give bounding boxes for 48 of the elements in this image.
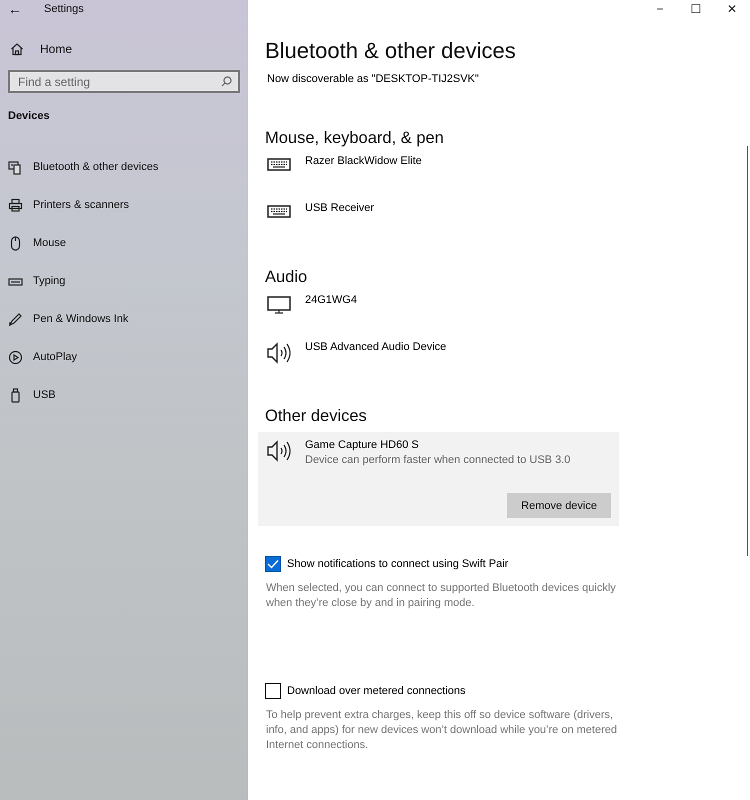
maximize-button[interactable]: ☐ xyxy=(678,0,714,18)
device-name: Razer BlackWidow Elite xyxy=(305,155,423,167)
device-status: Device can perform faster when connected to USB 3.0 xyxy=(305,454,572,466)
device-name: USB Receiver xyxy=(305,202,376,214)
close-button[interactable]: ✕ xyxy=(714,0,750,18)
minimize-button[interactable]: − xyxy=(642,0,678,18)
section-heading: Other devices xyxy=(265,407,368,426)
pen-icon xyxy=(8,312,23,326)
device-item[interactable]: USB Receiver xyxy=(265,201,607,248)
section-heading: Devices xyxy=(8,110,51,122)
remove-device-button[interactable]: Remove device xyxy=(507,493,611,518)
printer-icon xyxy=(8,198,23,212)
nav-item[interactable]: USB xyxy=(0,376,248,414)
nav-item[interactable]: Printers & scanners xyxy=(0,186,248,224)
nav-item[interactable]: Typing xyxy=(0,262,248,300)
speaker-icon xyxy=(267,342,293,364)
device-item[interactable]: Razer BlackWidow Elite xyxy=(265,154,607,201)
option-description: To help prevent extra charges, keep this off so device software (drivers, info, and apps) for new devices won’t download while you’re on metered Internet connections. xyxy=(266,708,618,753)
nav-item[interactable]: AutoPlay xyxy=(0,338,248,376)
mouse-icon xyxy=(8,236,23,250)
play-icon xyxy=(8,350,23,364)
back-button[interactable]: ← xyxy=(8,1,22,17)
checkbox-label: Show notifications to connect using Swift Pair xyxy=(287,558,508,570)
device-name: USB Advanced Audio Device xyxy=(305,341,448,353)
nav-item[interactable]: Pen & Windows Ink xyxy=(0,300,248,338)
page-title: Bluetooth & other devices xyxy=(265,38,517,64)
home-nav-item[interactable]: Home xyxy=(10,42,248,56)
device-name: 24G1WG4 xyxy=(305,294,358,306)
section-heading: Audio xyxy=(265,268,308,287)
section-heading: Mouse, keyboard, & pen xyxy=(265,129,445,148)
device-name: Game Capture HD60 S xyxy=(305,439,420,451)
checkbox[interactable] xyxy=(265,683,281,699)
home-icon xyxy=(10,42,24,56)
device-item[interactable]: 24G1WG4 xyxy=(265,293,607,340)
device-card[interactable]: Game Capture HD60 S Device can perform faster when connected to USB 3.0 Remove device xyxy=(258,432,619,526)
search-field[interactable]: Find a setting xyxy=(8,70,240,93)
checkbox-label: Download over metered connections xyxy=(287,685,466,697)
device-item[interactable]: USB Advanced Audio Device xyxy=(265,340,607,387)
discoverable-text: Now discoverable as "DESKTOP-TIJ2SVK" xyxy=(267,73,480,85)
search-icon xyxy=(221,76,232,87)
option-description: When selected, you can connect to supported Bluetooth devices quickly when they’re close by and in pairing mode. xyxy=(266,581,617,611)
scrollbar[interactable] xyxy=(746,146,748,556)
checkbox[interactable] xyxy=(265,556,281,572)
devices-icon xyxy=(8,160,23,174)
speaker-icon xyxy=(267,440,293,462)
window-title: Settings xyxy=(44,3,84,15)
nav-item[interactable]: Bluetooth & other devices xyxy=(0,148,248,186)
nav-item[interactable]: Mouse xyxy=(0,224,248,262)
